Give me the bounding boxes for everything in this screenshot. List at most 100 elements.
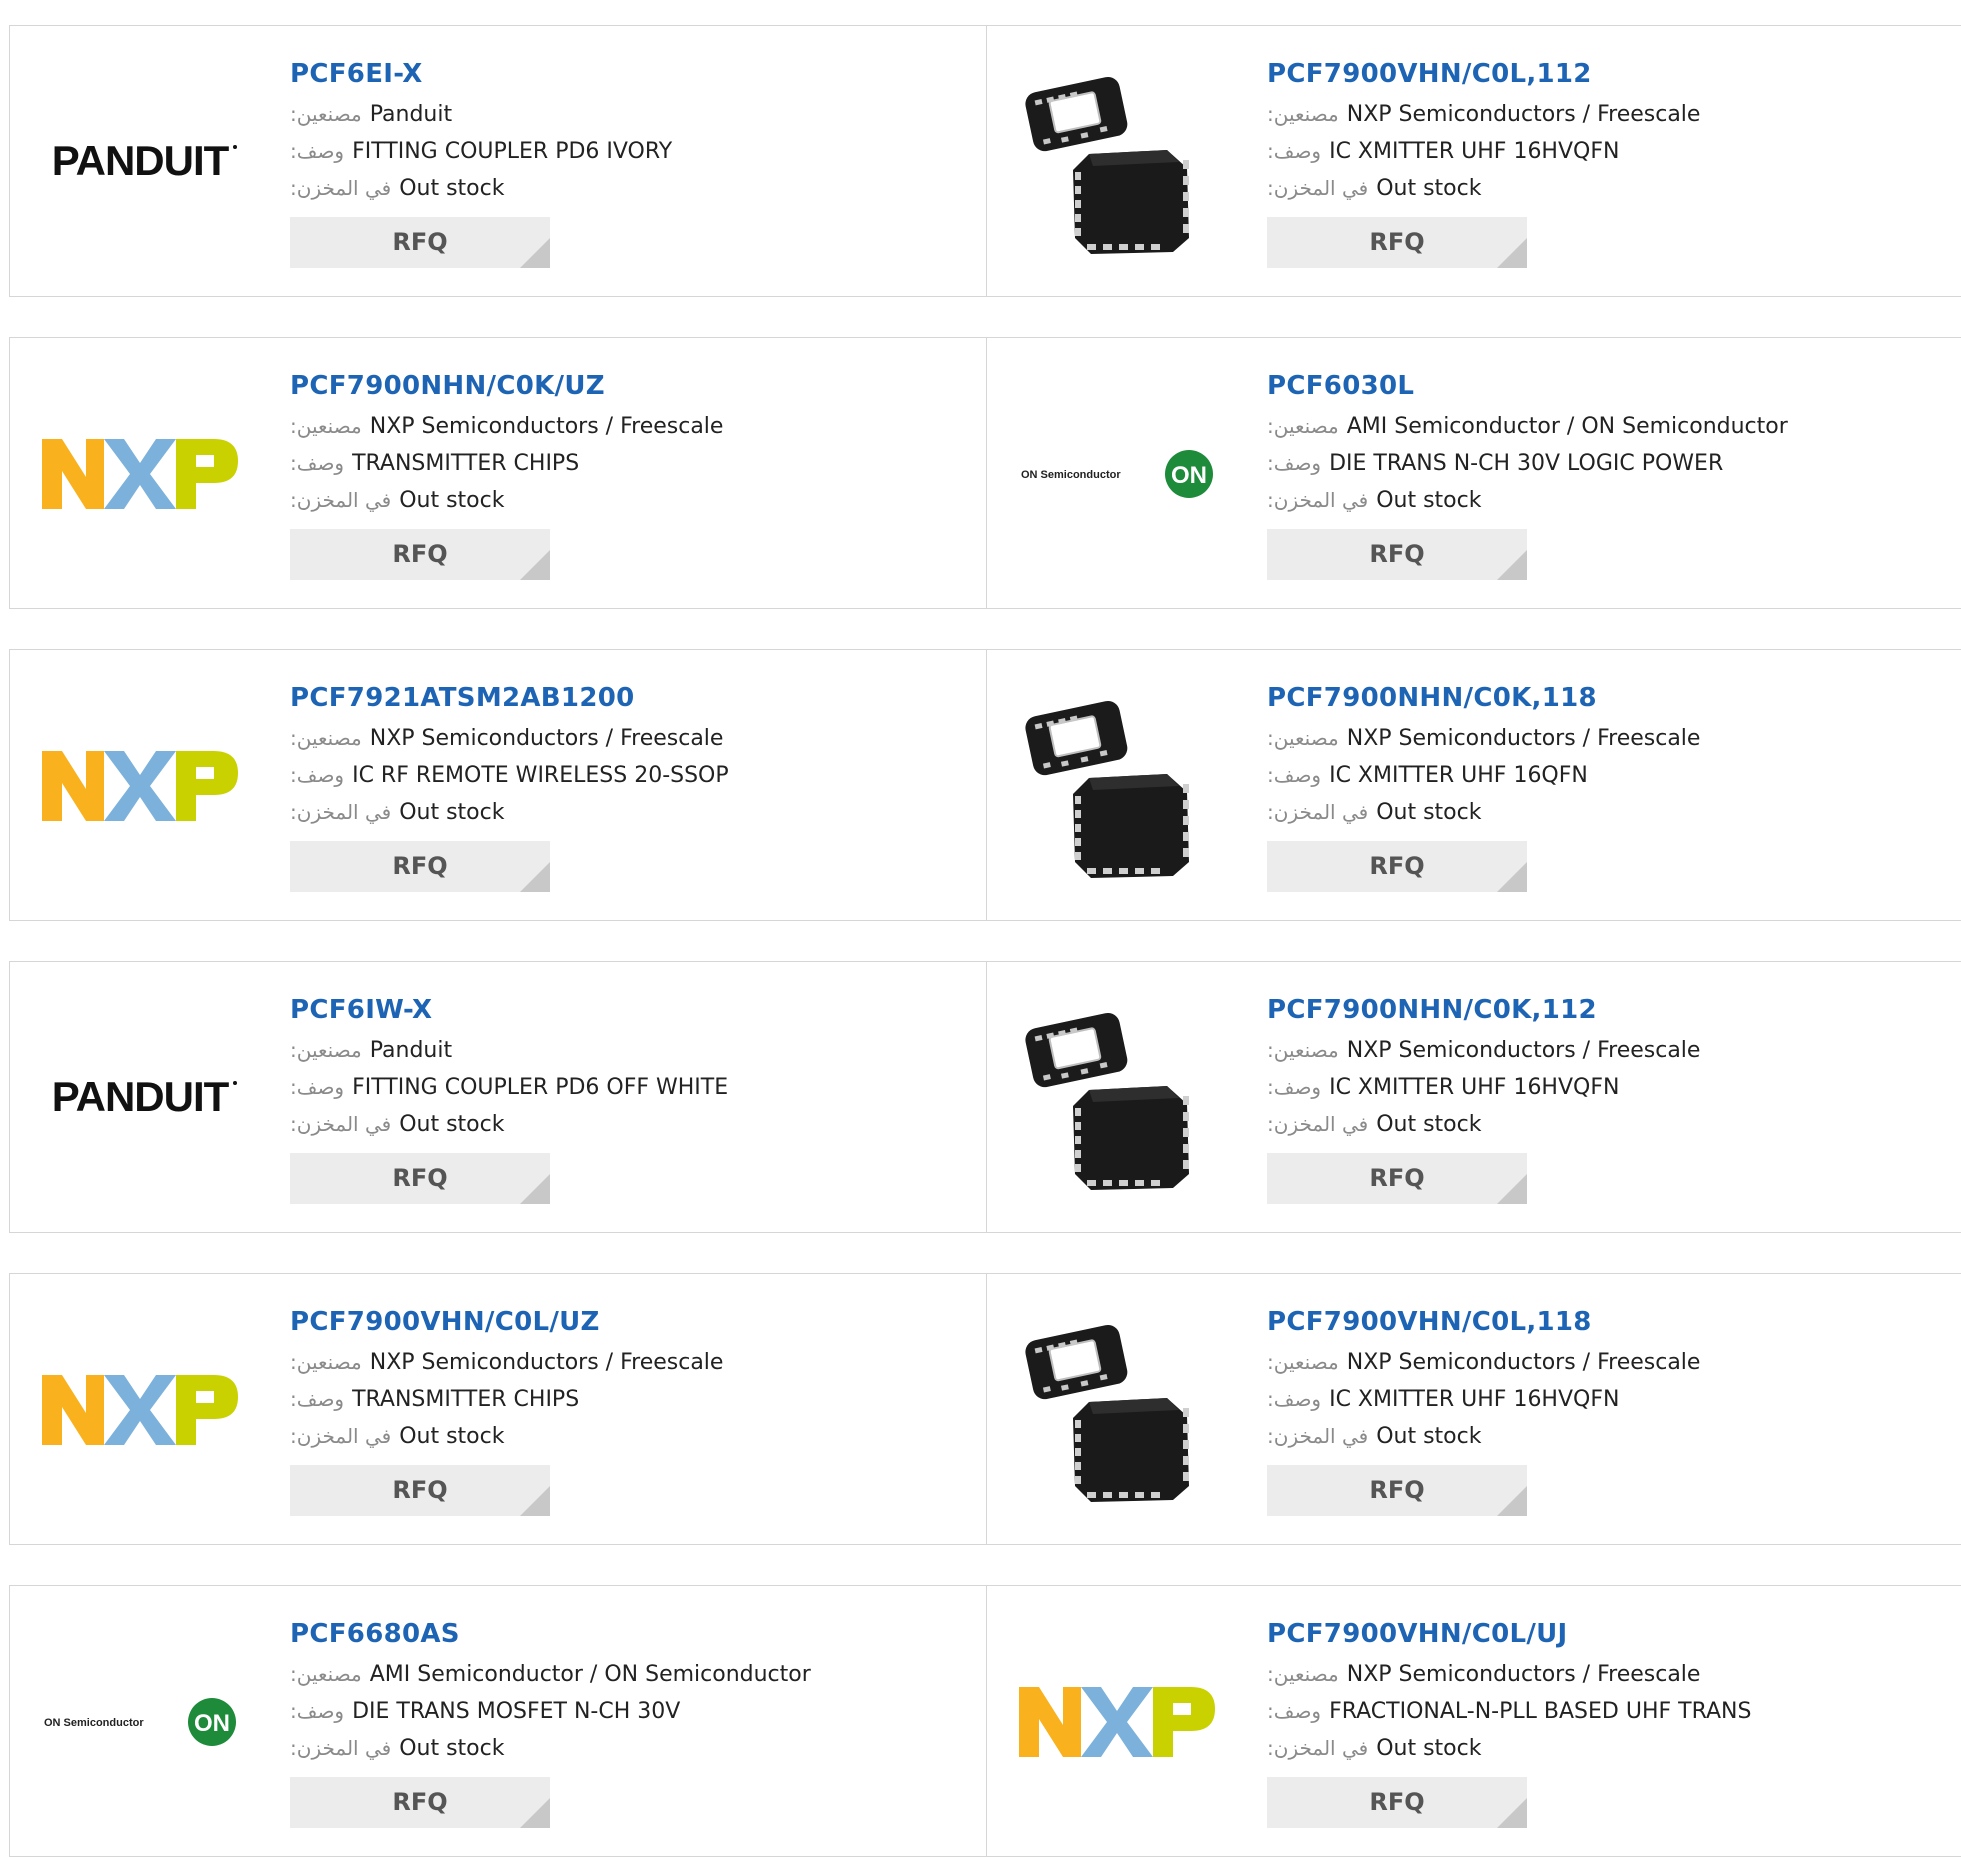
corner-triangle-icon — [1497, 238, 1527, 268]
part-number-link[interactable]: PCF7921ATSM2AB1200 — [290, 678, 729, 718]
product-row: PCF7900VHN/C0L/UZ :مصنعين NXP Semiconduct… — [9, 1273, 1961, 1545]
product-info: PCF7900NHN/C0K,118 :مصنعين NXP Semiconduc… — [1267, 678, 1700, 892]
rfq-button[interactable]: RFQ — [290, 1465, 550, 1516]
part-number-link[interactable]: PCF6030L — [1267, 366, 1788, 406]
part-number-link[interactable]: PCF7900NHN/C0K,118 — [1267, 678, 1700, 718]
description-value: IC XMITTER UHF 16QFN — [1329, 763, 1588, 788]
on-semiconductor-logo[interactable]: ON Semiconductor ON — [1017, 374, 1217, 574]
rfq-button[interactable]: RFQ — [290, 1777, 550, 1828]
stock-value: Out stock — [399, 488, 505, 513]
svg-text:ON Semiconductor: ON Semiconductor — [44, 1717, 144, 1729]
manufacturer-line: :مصنعين NXP Semiconductors / Freescale — [1267, 96, 1700, 133]
manufacturer-line: :مصنعين Panduit — [290, 1032, 728, 1069]
stock-line: :في المخزن Out stock — [1267, 1106, 1700, 1143]
product-card: PCF7900VHN/C0L,118 :مصنعين NXP Semiconduc… — [987, 1274, 1961, 1544]
stock-line: :في المخزن Out stock — [1267, 170, 1700, 207]
description-value: IC XMITTER UHF 16HVQFN — [1329, 1387, 1620, 1412]
manufacturer-label: :مصنعين — [290, 1662, 362, 1686]
part-number-link[interactable]: PCF6680AS — [290, 1614, 811, 1654]
corner-triangle-icon — [1497, 862, 1527, 892]
part-number-link[interactable]: PCF7900VHN/C0L/UJ — [1267, 1614, 1751, 1654]
svg-text:ON: ON — [1171, 462, 1207, 489]
rfq-button[interactable]: RFQ — [290, 841, 550, 892]
panduit-logo[interactable]: PANDUIT — [40, 998, 240, 1198]
description-label: :وصف — [290, 1387, 345, 1411]
description-label: :وصف — [1267, 1075, 1322, 1099]
stock-value: Out stock — [1376, 488, 1482, 513]
stock-label: :في المخزن — [1267, 488, 1369, 512]
manufacturer-value: NXP Semiconductors / Freescale — [1346, 102, 1701, 127]
nxp-logo[interactable] — [1017, 1622, 1217, 1822]
product-info: PCF7900NHN/C0K,112 :مصنعين NXP Semiconduc… — [1267, 990, 1700, 1204]
product-card: PCF7900NHN/C0K,118 :مصنعين NXP Semiconduc… — [987, 650, 1961, 920]
stock-line: :في المخزن Out stock — [290, 1106, 728, 1143]
stock-label: :في المخزن — [290, 1112, 392, 1136]
product-row: ON Semiconductor ON PCF6680AS :مصنعين AMI… — [9, 1585, 1961, 1857]
manufacturer-line: :مصنعين NXP Semiconductors / Freescale — [1267, 720, 1700, 757]
rfq-button[interactable]: RFQ — [1267, 217, 1527, 268]
rfq-button[interactable]: RFQ — [290, 217, 550, 268]
product-info: PCF7900VHN/C0L,118 :مصنعين NXP Semiconduc… — [1267, 1302, 1700, 1516]
part-number-link[interactable]: PCF7900VHN/C0L,112 — [1267, 54, 1700, 94]
nxp-logo[interactable] — [40, 374, 240, 574]
product-info: PCF6EI-X :مصنعين Panduit :وصف FITTING COUP… — [290, 54, 672, 268]
description-line: :وصف IC XMITTER UHF 16QFN — [1267, 757, 1700, 794]
rfq-label: RFQ — [392, 540, 448, 568]
part-number-link[interactable]: PCF7900NHN/C0K/UZ — [290, 366, 723, 406]
qfn-chip-photo[interactable] — [1017, 62, 1217, 262]
part-number-link[interactable]: PCF6IW-X — [290, 990, 728, 1030]
rfq-button[interactable]: RFQ — [1267, 1777, 1527, 1828]
product-card: PCF7900VHN/C0L/UJ :مصنعين NXP Semiconduct… — [987, 1586, 1961, 1856]
rfq-label: RFQ — [392, 852, 448, 880]
product-info: PCF6680AS :مصنعين AMI Semiconductor / ON … — [290, 1614, 811, 1828]
product-info: PCF7900VHN/C0L,112 :مصنعين NXP Semiconduc… — [1267, 54, 1700, 268]
manufacturer-value: NXP Semiconductors / Freescale — [1346, 1038, 1701, 1063]
product-info: PCF7900VHN/C0L/UZ :مصنعين NXP Semiconduct… — [290, 1302, 723, 1516]
stock-value: Out stock — [1376, 1112, 1482, 1137]
description-value: TRANSMITTER CHIPS — [352, 1387, 580, 1412]
manufacturer-line: :مصنعين NXP Semiconductors / Freescale — [1267, 1344, 1700, 1381]
description-label: :وصف — [1267, 1699, 1322, 1723]
rfq-button[interactable]: RFQ — [1267, 841, 1527, 892]
rfq-label: RFQ — [392, 1164, 448, 1192]
svg-text:ON: ON — [194, 1710, 230, 1737]
part-number-link[interactable]: PCF7900VHN/C0L/UZ — [290, 1302, 723, 1342]
description-label: :وصف — [1267, 451, 1322, 475]
rfq-button[interactable]: RFQ — [290, 529, 550, 580]
rfq-label: RFQ — [1369, 228, 1425, 256]
stock-line: :في المخزن Out stock — [290, 1418, 723, 1455]
part-number-link[interactable]: PCF6EI-X — [290, 54, 672, 94]
product-card: ON Semiconductor ON PCF6680AS :مصنعين AMI… — [10, 1586, 987, 1856]
stock-label: :في المخزن — [290, 488, 392, 512]
rfq-button[interactable]: RFQ — [1267, 1465, 1527, 1516]
stock-label: :في المخزن — [290, 800, 392, 824]
part-number-link[interactable]: PCF7900NHN/C0K,112 — [1267, 990, 1700, 1030]
nxp-logo[interactable] — [40, 686, 240, 886]
stock-value: Out stock — [1376, 1736, 1482, 1761]
stock-label: :في المخزن — [1267, 1112, 1369, 1136]
part-number-link[interactable]: PCF7900VHN/C0L,118 — [1267, 1302, 1700, 1342]
rfq-button[interactable]: RFQ — [1267, 529, 1527, 580]
qfn-chip-photo[interactable] — [1017, 998, 1217, 1198]
nxp-logo[interactable] — [40, 1310, 240, 1510]
description-label: :وصف — [1267, 139, 1322, 163]
corner-triangle-icon — [520, 862, 550, 892]
panduit-logo[interactable]: PANDUIT — [40, 62, 240, 262]
rfq-button[interactable]: RFQ — [1267, 1153, 1527, 1204]
stock-line: :في المخزن Out stock — [1267, 1730, 1751, 1767]
qfn-chip-photo[interactable] — [1017, 686, 1217, 886]
manufacturer-line: :مصنعين AMI Semiconductor / ON Semiconduc… — [1267, 408, 1788, 445]
manufacturer-value: NXP Semiconductors / Freescale — [1346, 1350, 1701, 1375]
qfn-chip-photo[interactable] — [1017, 1310, 1217, 1510]
rfq-label: RFQ — [1369, 1476, 1425, 1504]
product-info: PCF6IW-X :مصنعين Panduit :وصف FITTING COUP… — [290, 990, 728, 1204]
rfq-button[interactable]: RFQ — [290, 1153, 550, 1204]
manufacturer-label: :مصنعين — [1267, 1038, 1339, 1062]
product-card: PCF7900NHN/C0K/UZ :مصنعين NXP Semiconduct… — [10, 338, 987, 608]
stock-value: Out stock — [399, 800, 505, 825]
rfq-label: RFQ — [392, 1788, 448, 1816]
corner-triangle-icon — [1497, 550, 1527, 580]
on-semiconductor-logo[interactable]: ON Semiconductor ON — [40, 1622, 240, 1822]
product-card: PCF7900NHN/C0K,112 :مصنعين NXP Semiconduc… — [987, 962, 1961, 1232]
corner-triangle-icon — [520, 1798, 550, 1828]
